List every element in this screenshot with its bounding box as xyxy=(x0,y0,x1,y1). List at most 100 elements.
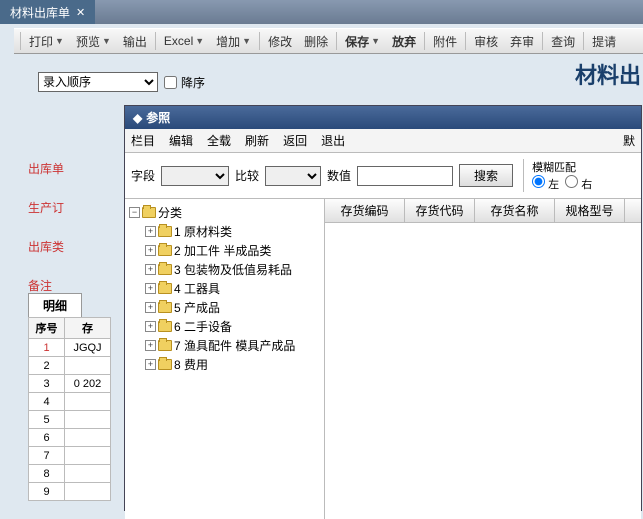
folder-icon xyxy=(158,226,172,237)
expand-icon[interactable]: + xyxy=(145,283,156,294)
table-row[interactable]: 2 xyxy=(29,357,111,375)
folder-icon xyxy=(142,207,156,218)
tree-item[interactable]: + 4 工器具 xyxy=(127,279,322,298)
list-pane: 存货编码 存货代码 存货名称 规格型号 xyxy=(325,199,641,519)
expand-icon[interactable]: + xyxy=(145,264,156,275)
col-invcode[interactable]: 存货编码 xyxy=(325,199,405,222)
col-invname[interactable]: 存货名称 xyxy=(475,199,555,222)
expand-icon[interactable]: + xyxy=(145,340,156,351)
divider xyxy=(424,32,425,50)
close-icon[interactable]: ✕ xyxy=(76,6,85,19)
label-b: 生产订 xyxy=(28,199,64,216)
folder-icon xyxy=(158,245,172,256)
order-row: 录入顺序 降序 xyxy=(38,72,643,92)
dialog-menu: 栏目 编辑 全载 刷新 返回 退出 默 xyxy=(125,129,641,153)
folder-icon xyxy=(158,283,172,294)
preview-button[interactable]: 预览▼ xyxy=(70,31,117,52)
divider xyxy=(465,32,466,50)
menu-exit[interactable]: 退出 xyxy=(321,132,345,149)
expand-icon[interactable]: + xyxy=(145,321,156,332)
table-row[interactable]: 7 xyxy=(29,447,111,465)
menu-loadall[interactable]: 全载 xyxy=(207,132,231,149)
col-inv: 存 xyxy=(65,318,111,339)
detail-grid: 序号 存 1JGQJ230 202456789 xyxy=(28,317,111,501)
dialog-titlebar[interactable]: ◆ 参照 xyxy=(125,106,641,129)
divider xyxy=(583,32,584,50)
expand-icon[interactable]: + xyxy=(145,245,156,256)
window-tab[interactable]: 材料出库单 ✕ xyxy=(0,0,95,24)
table-row[interactable]: 8 xyxy=(29,465,111,483)
modify-button[interactable]: 修改 xyxy=(262,31,298,52)
delete-button[interactable]: 删除 xyxy=(298,31,334,52)
field-select[interactable] xyxy=(161,166,229,186)
detail-area: 明细 序号 存 1JGQJ230 202456789 xyxy=(28,293,111,501)
print-button[interactable]: 打印▼ xyxy=(23,31,70,52)
reference-dialog: ◆ 参照 栏目 编辑 全载 刷新 返回 退出 默 字段 比较 数值 搜索 模糊匹… xyxy=(124,105,642,511)
desc-checkbox-label[interactable]: 降序 xyxy=(164,74,205,91)
divider xyxy=(336,32,337,50)
collapse-icon[interactable]: − xyxy=(129,207,140,218)
folder-icon xyxy=(158,359,172,370)
divider xyxy=(155,32,156,50)
col-invspec[interactable]: 规格型号 xyxy=(555,199,625,222)
table-row[interactable]: 6 xyxy=(29,429,111,447)
menu-refresh[interactable]: 刷新 xyxy=(245,132,269,149)
dialog-title: 参照 xyxy=(146,109,170,126)
expand-icon[interactable]: + xyxy=(145,226,156,237)
audit-button[interactable]: 审核 xyxy=(468,31,504,52)
tree-root-item[interactable]: − 分类 xyxy=(127,203,322,222)
col-idx: 序号 xyxy=(29,318,65,339)
compare-select[interactable] xyxy=(265,166,321,186)
output-button[interactable]: 输出 xyxy=(117,31,153,52)
unaudit-button[interactable]: 弃审 xyxy=(504,31,540,52)
tree-item[interactable]: + 7 渔具配件 模具产成品 xyxy=(127,336,322,355)
table-row[interactable]: 9 xyxy=(29,483,111,501)
table-row[interactable]: 4 xyxy=(29,393,111,411)
col-invalias[interactable]: 存货代码 xyxy=(405,199,475,222)
submit-button[interactable]: 提请 xyxy=(586,31,622,52)
label-c: 出库类 xyxy=(28,238,64,255)
tree-item[interactable]: + 1 原材料类 xyxy=(127,222,322,241)
tree-item[interactable]: + 3 包装物及低值易耗品 xyxy=(127,260,322,279)
value-input[interactable] xyxy=(357,166,453,186)
divider xyxy=(20,32,21,50)
order-select[interactable]: 录入顺序 xyxy=(38,72,158,92)
tree-item[interactable]: + 6 二手设备 xyxy=(127,317,322,336)
chevron-down-icon: ▼ xyxy=(195,36,204,46)
tree-item[interactable]: + 5 产成品 xyxy=(127,298,322,317)
match-left[interactable]: 左 xyxy=(532,175,559,192)
tab-detail[interactable]: 明细 xyxy=(28,293,82,317)
expand-icon[interactable]: + xyxy=(145,359,156,370)
window-tab-bar: 材料出库单 ✕ xyxy=(0,0,643,24)
tree-item[interactable]: + 2 加工件 半成品类 xyxy=(127,241,322,260)
folder-icon xyxy=(158,302,172,313)
match-area: 模糊匹配 左 右 xyxy=(523,159,592,192)
cancel-button[interactable]: 放弃 xyxy=(386,31,422,52)
desc-checkbox[interactable] xyxy=(164,76,177,89)
table-row[interactable]: 30 202 xyxy=(29,375,111,393)
attach-button[interactable]: 附件 xyxy=(427,31,463,52)
menu-back[interactable]: 返回 xyxy=(283,132,307,149)
folder-icon xyxy=(158,264,172,275)
menu-edit[interactable]: 编辑 xyxy=(169,132,193,149)
search-button[interactable]: 搜索 xyxy=(459,164,513,187)
expand-icon[interactable]: + xyxy=(145,302,156,313)
add-button[interactable]: 增加▼ xyxy=(210,31,257,52)
compare-label: 比较 xyxy=(235,167,259,184)
chevron-down-icon: ▼ xyxy=(242,36,251,46)
list-header: 存货编码 存货代码 存货名称 规格型号 xyxy=(325,199,641,223)
excel-button[interactable]: Excel▼ xyxy=(158,32,210,50)
tree-pane: − 分类+ 1 原材料类+ 2 加工件 半成品类+ 3 包装物及低值易耗品+ 4… xyxy=(125,199,325,519)
table-row[interactable]: 5 xyxy=(29,411,111,429)
main-toolbar: 打印▼ 预览▼ 输出 Excel▼ 增加▼ 修改 删除 保存▼ 放弃 附件 审核… xyxy=(14,28,643,54)
table-row[interactable]: 1JGQJ xyxy=(29,339,111,357)
match-right[interactable]: 右 xyxy=(565,175,592,192)
reference-icon: ◆ xyxy=(133,111,142,125)
save-button[interactable]: 保存▼ xyxy=(339,31,386,52)
menu-default[interactable]: 默 xyxy=(623,132,635,149)
query-button[interactable]: 查询 xyxy=(545,31,581,52)
field-label: 字段 xyxy=(131,167,155,184)
menu-column[interactable]: 栏目 xyxy=(131,132,155,149)
window-tab-title: 材料出库单 xyxy=(10,4,70,21)
tree-item[interactable]: + 8 费用 xyxy=(127,355,322,374)
